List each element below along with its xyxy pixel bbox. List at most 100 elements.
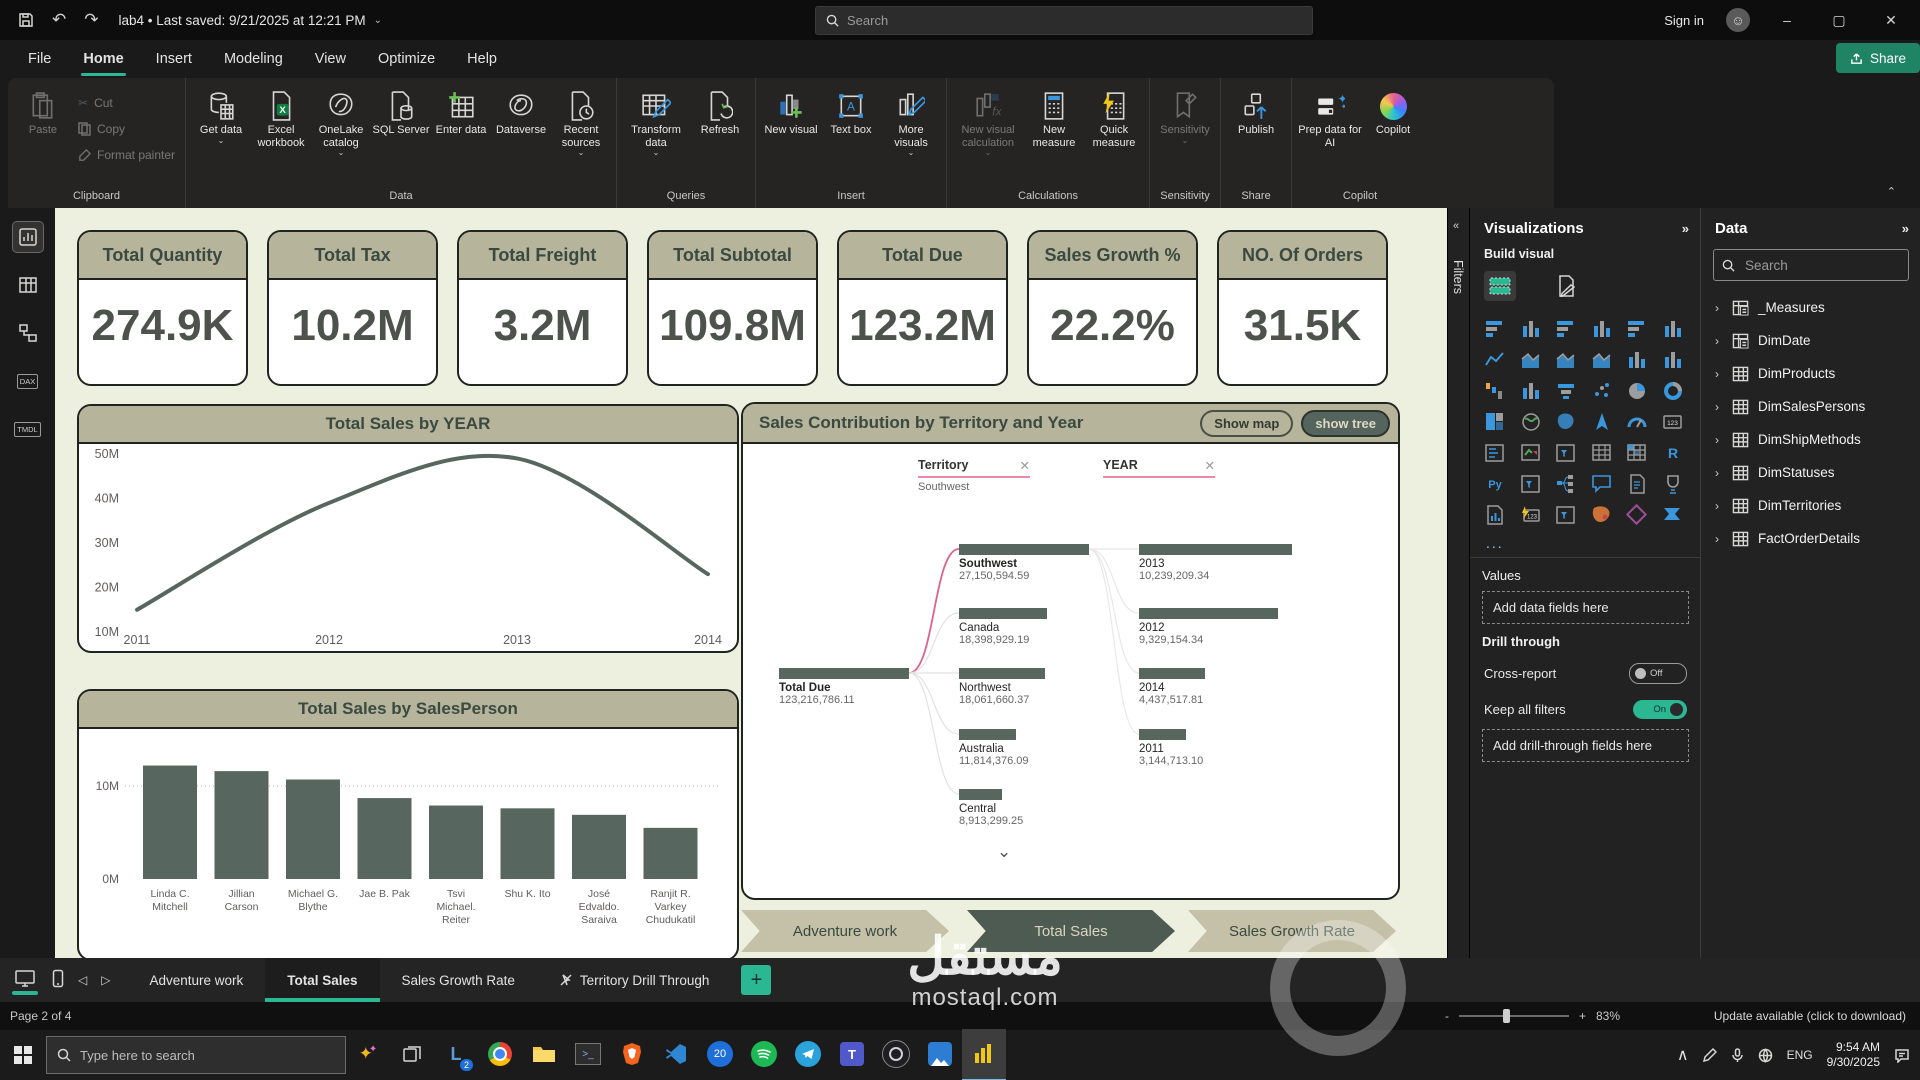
taskbar-icon-power-bi[interactable] [962,1029,1006,1080]
area-visual-icon[interactable] [1516,346,1546,374]
add-data-fields-dropzone[interactable]: Add data fields here [1482,591,1689,624]
tree-node-southwest[interactable]: Southwest27,150,594.59 [959,544,1089,582]
save-icon[interactable] [18,12,34,28]
filters-pane-collapsed[interactable]: « Filters [1447,208,1470,958]
menu-file[interactable]: File [12,40,67,78]
update-available-link[interactable]: Update available (click to download) [1714,1009,1906,1023]
desktop-view-icon[interactable] [14,969,36,992]
data-table-dimproducts[interactable]: ›DimProducts [1701,357,1920,390]
tmdl-view-icon[interactable]: TMDL [13,414,43,444]
taskbar-icon-obs[interactable] [874,1029,918,1079]
tree-node-total-due[interactable]: Total Due123,216,786.11 [779,668,909,706]
paginated-report-visual-icon[interactable] [1480,501,1510,529]
new-page-button[interactable]: + [741,965,771,995]
scatter-visual-icon[interactable] [1587,377,1617,405]
waterfall-visual-icon[interactable] [1480,377,1510,405]
menu-optimize[interactable]: Optimize [362,40,451,78]
r-script-visual-icon[interactable]: R [1658,439,1688,467]
model-view-icon[interactable] [13,318,43,348]
clustered-bar-visual-icon[interactable] [1551,315,1581,343]
stacked-bar-visual-icon[interactable] [1480,315,1510,343]
text-box-button[interactable]: A Text box [822,84,880,137]
multi-row-card-visual-icon[interactable] [1480,439,1510,467]
tree-node-northwest[interactable]: Northwest18,061,660.37 [959,668,1045,706]
nav-button-total-sales[interactable]: Total Sales [967,910,1175,952]
data-table-dimstatuses[interactable]: ›DimStatuses [1701,456,1920,489]
redo-icon[interactable]: ↷ [84,10,98,30]
refresh-button[interactable]: Refresh [691,84,749,137]
kpi-card-total-tax[interactable]: Total Tax10.2M [267,230,438,386]
kpi-visual-icon[interactable] [1516,439,1546,467]
data-search-input[interactable] [1743,257,1897,274]
global-search-box[interactable]: Search [815,6,1313,35]
kpi-card-no-of-orders[interactable]: NO. Of Orders31.5K [1217,230,1388,386]
kpi-card-total-freight[interactable]: Total Freight3.2M [457,230,628,386]
data-table-dimsalespersons[interactable]: ›DimSalesPersons [1701,390,1920,423]
expand-chevron-icon[interactable]: › [1715,400,1723,414]
taskbar-icon-cortana-sparkle[interactable]: ✦✦ [346,1029,390,1079]
report-view-icon[interactable] [13,222,43,252]
zoom-out-button[interactable]: - [1445,1009,1449,1023]
close-button[interactable]: ✕ [1876,12,1906,29]
zoom-slider[interactable] [1459,1015,1569,1017]
page-tab-sales-growth-rate[interactable]: Sales Growth Rate [380,958,537,1002]
next-page-icon[interactable]: ▷ [101,973,110,987]
decomposition-tree-visual-icon[interactable] [1551,470,1581,498]
treemap-visual-icon[interactable] [1480,408,1510,436]
taskbar-icon-teams[interactable]: T [830,1029,874,1079]
start-button[interactable] [0,1046,46,1064]
page-tab-adventure-work[interactable]: Adventure work [127,958,265,1002]
table-visual-icon[interactable] [1587,439,1617,467]
mobile-view-icon[interactable] [52,969,64,992]
dax-query-view-icon[interactable]: DAX [13,366,43,396]
tree-node-2014[interactable]: 20144,437,517.81 [1139,668,1205,706]
keep-all-filters-toggle[interactable]: On [1633,700,1687,719]
tree-node-canada[interactable]: Canada18,398,929.19 [959,608,1047,646]
slicer-visual-icon[interactable] [1551,439,1581,467]
ribbon-visual-icon[interactable] [1587,346,1617,374]
expand-chevron-icon[interactable]: › [1715,334,1723,348]
avatar[interactable]: ☺ [1726,8,1750,32]
taskbar-icon-app-l[interactable]: L2 [434,1029,478,1079]
clock[interactable]: 9:54 AM 9/30/2025 [1827,1040,1880,1070]
data-table-dimdate[interactable]: ›DimDate [1701,324,1920,357]
taskbar-icon-vscode[interactable] [654,1029,698,1079]
metrics-visual-icon[interactable] [1658,470,1688,498]
new-measure-button[interactable]: New measure [1025,84,1083,149]
publish-button[interactable]: Publish [1227,84,1285,137]
list-slicer-visual-icon[interactable] [1516,470,1546,498]
nav-button-adventure-work[interactable]: Adventure work [741,910,949,952]
taskbar-icon-badge-20[interactable]: 20 [698,1029,742,1079]
previous-page-icon[interactable]: ◁ [78,973,87,987]
enter-data-button[interactable]: Enter data [432,84,490,137]
zoom-slider-thumb[interactable] [1503,1009,1510,1023]
line-visual-icon[interactable] [1480,346,1510,374]
language-indicator[interactable]: ENG [1787,1048,1813,1062]
smart-narrative-visual-icon[interactable] [1622,470,1652,498]
power-automate-visual-icon[interactable] [1658,501,1688,529]
data-table-measures[interactable]: ›_Measures [1701,291,1920,324]
taskbar-icon-brave[interactable] [610,1029,654,1079]
filled-map-visual-icon[interactable] [1551,408,1581,436]
chevron-down-icon[interactable]: ⌄ [374,15,382,26]
pie-visual-icon[interactable] [1622,377,1652,405]
show-tree-button[interactable]: show tree [1301,410,1390,437]
collapse-pane-icon[interactable]: » [1902,221,1909,236]
tree-node-2013[interactable]: 201310,239,209.34 [1139,544,1292,582]
taskbar-icon-terminal[interactable]: >_ [566,1029,610,1079]
add-drill-through-fields-dropzone[interactable]: Add drill-through fields here [1482,729,1689,762]
collapse-ribbon-icon[interactable]: ⌃ [1887,185,1896,198]
kpi-card-total-subtotal[interactable]: Total Subtotal109.8M [647,230,818,386]
menu-insert[interactable]: Insert [140,40,208,78]
more-visuals-ellipsis[interactable]: ... [1470,533,1701,557]
histogram-visual-icon[interactable] [1516,377,1546,405]
data-search-box[interactable] [1713,249,1909,281]
sign-in-link[interactable]: Sign in [1664,13,1704,28]
stacked-column-visual-icon[interactable] [1516,315,1546,343]
donut-visual-icon[interactable] [1658,377,1688,405]
onelake-catalog-button[interactable]: OneLake catalog⌄ [312,84,370,157]
menu-help[interactable]: Help [451,40,513,78]
quick-measure-button[interactable]: Quick measure [1085,84,1143,149]
zoom-in-button[interactable]: + [1579,1009,1586,1023]
undo-icon[interactable]: ↶ [52,10,66,30]
